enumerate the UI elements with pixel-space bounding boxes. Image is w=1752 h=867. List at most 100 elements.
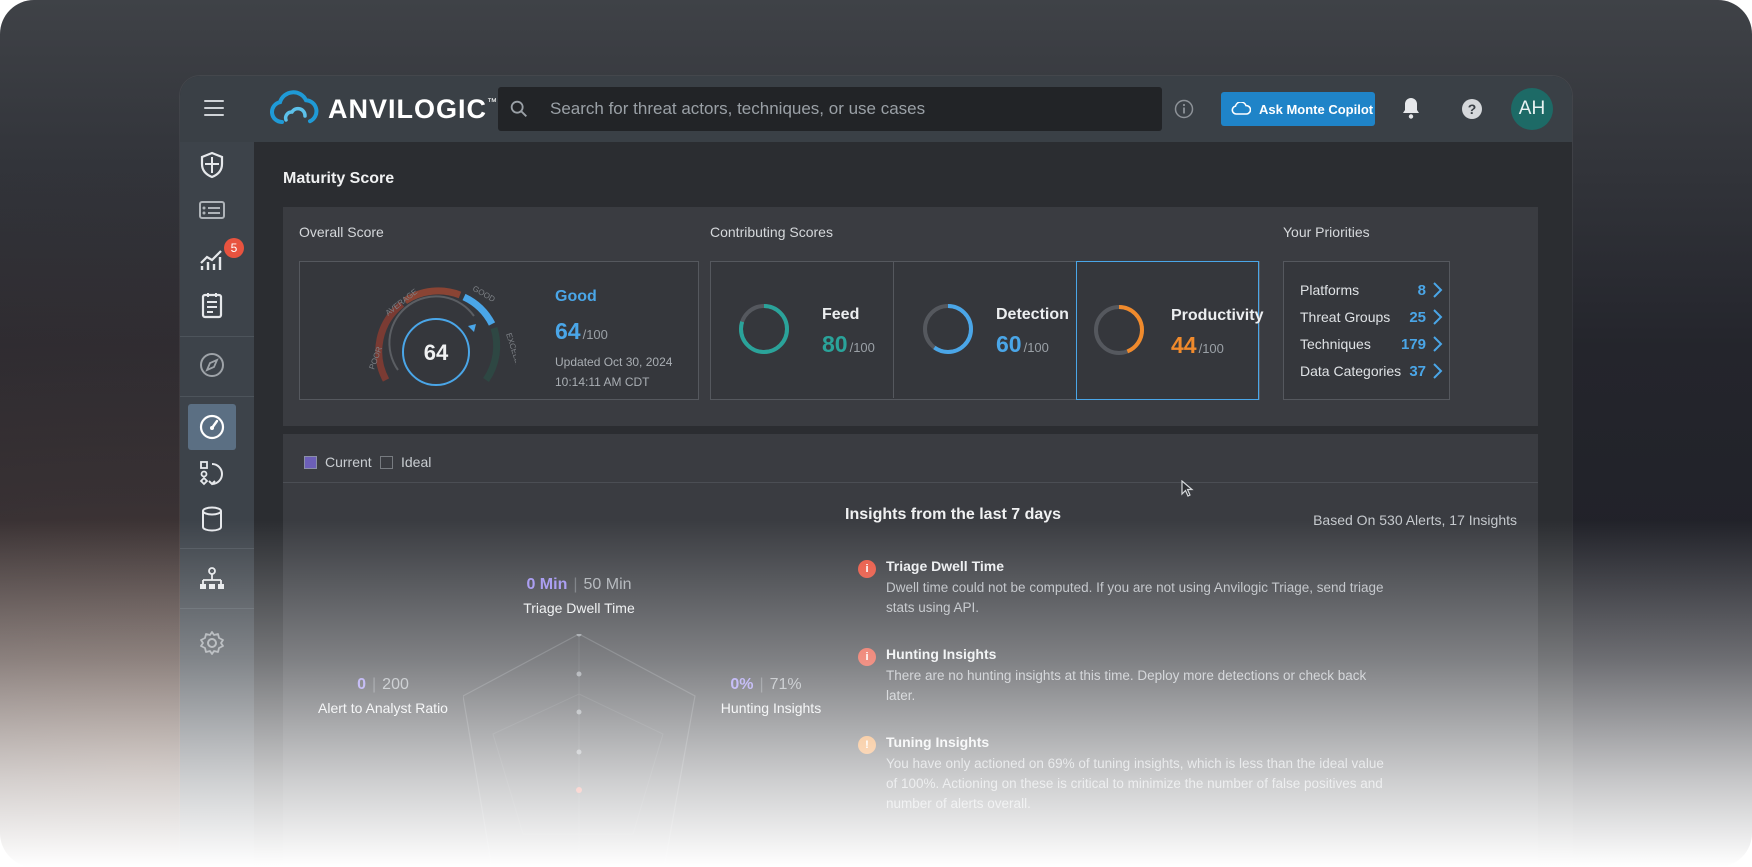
cloud-logo-icon: [270, 90, 319, 124]
legend-swatch-current: [304, 455, 317, 469]
app-window: ANVILOGIC ™ Search for threat actors, te…: [180, 76, 1572, 867]
nav-explore[interactable]: [188, 342, 236, 388]
detections-list-icon: [199, 201, 225, 219]
priority-techniques[interactable]: Techniques 179: [1300, 336, 1446, 356]
contrib-detection-max: /100: [1023, 340, 1049, 355]
updated-date: Updated Oct 30, 2024: [555, 355, 673, 369]
insight-title: Tuning Insights: [886, 734, 990, 750]
contrib-feed[interactable]: Feed 80/100: [710, 261, 894, 398]
radar-values-triage: 0 Min | 50 Min: [526, 576, 632, 593]
overall-score-label: Overall Score: [299, 224, 384, 240]
radar-axis-alert-to-analyst-ratio: Alert to Analyst Ratio: [318, 700, 448, 716]
insights-based-on: Based On 530 Alerts, 17 Insights: [1313, 512, 1517, 528]
menu-icon[interactable]: [204, 100, 224, 116]
updated-time: 10:14:11 AM CDT: [555, 375, 650, 389]
notebook-icon: [201, 293, 223, 319]
nav-shield[interactable]: [188, 142, 236, 188]
contrib-productivity-max: /100: [1198, 341, 1224, 356]
radar-values-hunting: 0% | 71%: [730, 676, 802, 693]
radar-axis-triage-dwell-time: Triage Dwell Time: [523, 600, 635, 616]
contrib-feed-max: /100: [849, 340, 875, 355]
chevron-right-icon: [1433, 282, 1443, 298]
radar-values-alert-ratio: 0 | 200: [357, 676, 409, 693]
nav-detections-list[interactable]: [188, 188, 236, 234]
help-icon[interactable]: ?: [1461, 98, 1483, 120]
radar-chart: [463, 634, 696, 867]
main-content: Maturity Score Overall Score Contributin…: [254, 142, 1572, 867]
contrib-detection-number: 60: [996, 331, 1022, 357]
radar-grid-ring: [492, 693, 664, 835]
svg-text:?: ?: [1468, 101, 1477, 117]
detection-ring: [923, 304, 973, 354]
nav-settings[interactable]: [188, 620, 236, 666]
priority-label: Techniques: [1300, 336, 1371, 352]
search-bar[interactable]: Search for threat actors, techniques, or…: [498, 87, 1162, 131]
database-icon: [202, 506, 222, 532]
nav-workflow[interactable]: [188, 450, 236, 496]
radar-ideal-value: 200: [382, 676, 409, 693]
priority-platforms[interactable]: Platforms 8: [1300, 282, 1446, 302]
priority-data-categories[interactable]: Data Categories 37: [1300, 363, 1446, 383]
priority-threat-groups[interactable]: Threat Groups 25: [1300, 309, 1446, 329]
trend-chart-icon: [200, 250, 222, 270]
gauge-score: 64: [424, 340, 449, 365]
contrib-feed-number: 80: [822, 331, 848, 357]
settings-icon: [200, 631, 224, 655]
alert-icon: i: [858, 560, 876, 578]
contrib-productivity-number: 44: [1171, 332, 1197, 358]
mouse-cursor-icon: [1181, 480, 1194, 497]
contrib-productivity-value: 44/100: [1171, 332, 1224, 359]
sidebar-divider: [180, 548, 254, 549]
brand-name: ANVILOGIC: [328, 93, 488, 124]
nav-data[interactable]: [188, 496, 236, 542]
contrib-detection[interactable]: Detection 60/100: [894, 261, 1075, 398]
insights-title: Insights from the last 7 days: [845, 506, 1062, 523]
insight-title: Hunting Insights: [886, 646, 997, 662]
user-avatar[interactable]: AH: [1511, 88, 1553, 130]
priorities-card: Platforms 8 Threat Groups 25 Techniques 179…: [1283, 261, 1450, 400]
alert-icon: i: [858, 648, 876, 666]
info-icon[interactable]: [1174, 99, 1194, 119]
score-panel: Overall Score Contributing Scores Your P…: [283, 207, 1538, 426]
legend-swatch-ideal: [380, 455, 393, 469]
sidebar-divider: [180, 608, 254, 609]
nav-hierarchy[interactable]: [188, 556, 236, 602]
priority-label: Threat Groups: [1300, 309, 1391, 325]
radar-current-value: 0%: [730, 676, 754, 693]
legend-ideal[interactable]: Ideal: [380, 454, 431, 470]
bell-icon[interactable]: [1400, 96, 1422, 120]
updated-timestamp: Updated Oct 30, 2024 10:14:11 AM CDT: [555, 352, 685, 392]
nav-notebook[interactable]: [188, 282, 236, 328]
chevron-right-icon: [1433, 309, 1443, 325]
contrib-feed-label: Feed: [822, 306, 860, 323]
radar-current-value: 0 Min: [526, 576, 568, 593]
legend-current[interactable]: Current: [304, 454, 372, 470]
radar-tick: [576, 634, 582, 637]
overall-score-value: 64/100: [555, 318, 608, 345]
radar-axis-hunting-insights: Hunting Insights: [720, 700, 822, 716]
notification-badge: 5: [224, 238, 244, 258]
gauge-pointer: [468, 324, 476, 332]
radar-ideal-value: 50 Min: [583, 576, 632, 593]
nav-trends[interactable]: 5: [188, 236, 244, 282]
radar-ideal-value: 71%: [769, 676, 802, 693]
sidebar-divider: [180, 336, 254, 337]
ask-monte-copilot-button[interactable]: Ask Monte Copilot: [1221, 92, 1375, 126]
trademark-mark: ™: [487, 96, 498, 108]
radar-tick: [576, 749, 582, 755]
page-title: Maturity Score: [283, 170, 395, 187]
sidebar: 5: [180, 142, 254, 867]
nav-maturity-score[interactable]: [188, 404, 236, 450]
your-priorities-label: Your Priorities: [1283, 224, 1370, 240]
insights-panel: Current Ideal 0 Min | 50 Min Triage Dwell …: [283, 434, 1538, 867]
contrib-productivity[interactable]: Productivity 44/100: [1076, 261, 1263, 400]
brand-logo[interactable]: ANVILOGIC ™: [268, 90, 497, 128]
sidebar-divider: [180, 396, 254, 397]
search-input[interactable]: Search for threat actors, techniques, or…: [550, 99, 925, 119]
legend-ideal-label: Ideal: [401, 454, 432, 470]
priority-label: Platforms: [1300, 282, 1360, 298]
contrib-feed-value: 80/100: [822, 331, 875, 358]
legend-divider: [283, 482, 1538, 483]
warning-icon: !: [858, 736, 876, 754]
contributing-scores-label: Contributing Scores: [710, 224, 833, 240]
